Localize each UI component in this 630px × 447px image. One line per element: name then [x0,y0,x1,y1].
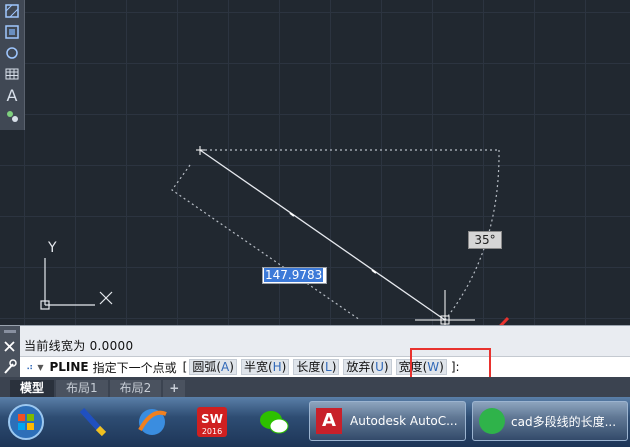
wipeout-icon[interactable] [2,44,22,62]
draw-toolbar: A [0,0,25,130]
command-name: PLINE [49,360,89,374]
browser-app-icon[interactable] [130,402,174,442]
option-open-bracket: [ [182,360,188,374]
annotation-arrow-shaft [499,316,510,325]
tab-layout2[interactable]: 布局2 [109,380,162,397]
table-icon[interactable] [2,65,22,83]
command-input-line[interactable]: ⠴ ▼ PLINE 指定下一个点或 [ 圆弧(A) 半宽(H) 长度(L) 放弃… [20,356,630,377]
dynamic-angle-tooltip: 35° [468,231,502,249]
svg-text:SW: SW [201,412,223,426]
tab-model[interactable]: 模型 [10,380,55,397]
add-layout-button[interactable]: + [163,380,186,397]
taskbar-browser-window[interactable]: cad多段线的长度... [472,401,628,441]
layout-tabs: 模型 布局1 布局2 + [0,377,630,397]
option-length[interactable]: 长度(L) [293,359,340,375]
command-window: 当前线宽为 0.0000 ⠴ ▼ PLINE 指定下一个点或 [ 圆弧(A) 半… [0,325,630,378]
drawing-canvas[interactable]: Y A 147.9783 35° [0,0,630,325]
add-point-icon[interactable] [2,107,22,125]
dynamic-length-input[interactable]: 147.9783 [262,267,327,284]
option-arc[interactable]: 圆弧(A) [189,359,237,375]
command-window-handle[interactable] [0,326,20,378]
browser-logo-icon [479,408,505,434]
tab-layout1[interactable]: 布局1 [56,380,108,397]
ucs-y-label: Y [47,240,57,256]
svg-text:2016: 2016 [202,427,222,436]
wrench-icon [4,359,17,374]
option-undo[interactable]: 放弃(U) [343,359,392,375]
preview-left-edge [171,164,361,321]
grip-icon [4,330,16,333]
wechat-app-icon[interactable] [252,402,296,442]
dropdown-arrow-icon[interactable]: ▼ [37,363,43,372]
paint-brush-app-icon[interactable] [70,402,114,442]
hatch-icon[interactable] [2,2,22,20]
solidworks-app-icon[interactable]: SW 2016 [190,402,234,442]
text-icon[interactable]: A [2,86,22,105]
windows-taskbar: SW 2016 A Autodesk AutoC... cad多段线的长度... [0,397,630,447]
dimension-tick [371,269,377,274]
close-icon [4,341,15,352]
option-halfwidth[interactable]: 半宽(H) [240,359,290,375]
dimension-tick [289,212,295,217]
autocad-logo-icon: A [316,408,342,434]
command-prompt: 指定下一个点或 [92,360,177,375]
recent-commands-icon[interactable]: ⠴ [26,362,33,373]
polyline-segment [199,149,446,321]
start-orb-icon[interactable] [4,402,48,442]
command-history-line: 当前线宽为 0.0000 [24,339,134,353]
taskbar-autocad-window[interactable]: A Autodesk AutoC... [309,401,466,441]
region-icon[interactable] [2,23,22,41]
